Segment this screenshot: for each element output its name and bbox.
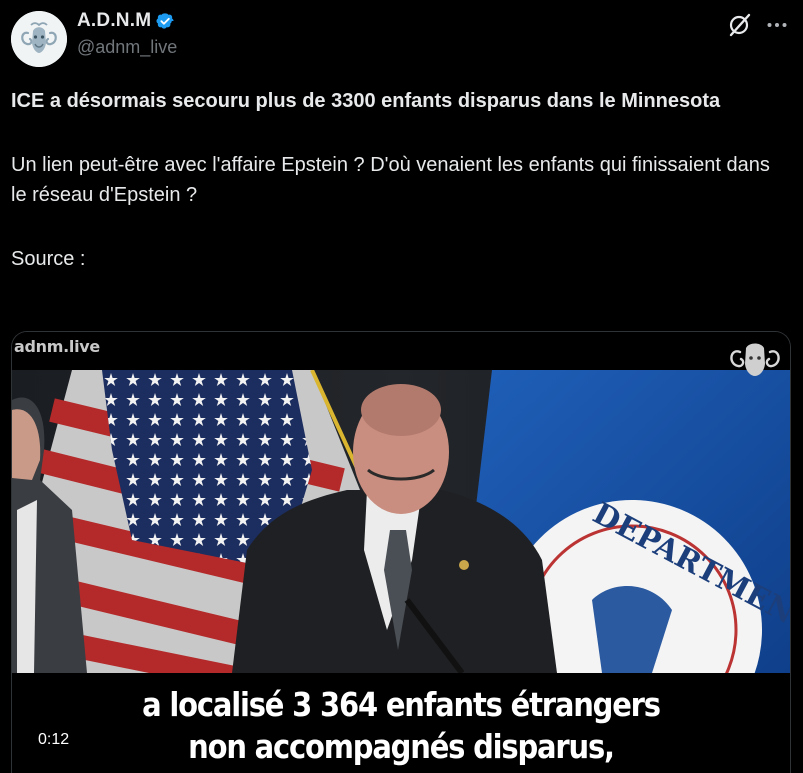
author-info: A.D.N.M @adnm_live [77,8,177,58]
video-frame[interactable]: DEPARTMENT [12,370,790,673]
tweet-source-label: Source : [11,248,86,270]
ram-logo-icon [724,334,786,382]
grok-slash-icon[interactable] [727,12,753,38]
subtitle-line-1: a localisé 3 364 enfants étrangers [142,685,661,725]
video-top-bar [12,332,790,370]
video-watermark: adnm.live [14,337,100,356]
author-display-name[interactable]: A.D.N.M [77,10,151,32]
tweet-text: ICE a désormais secouru plus de 3300 enf… [11,86,781,274]
ram-logo-icon [11,11,67,67]
tweet-title: ICE a désormais secouru plus de 3300 enf… [11,90,721,112]
tweet: A.D.N.M @adnm_live ICE a désormais secou… [0,0,803,773]
video-timestamp: 0:12 [30,728,78,752]
author-handle[interactable]: @adnm_live [77,37,177,58]
tweet-paragraph: Un lien peut-être avec l'affaire Epstein… [11,154,770,206]
video-player[interactable]: DEPARTMENT adnm.live a localisé 3 364 en… [11,331,791,773]
verified-badge-icon [155,11,175,31]
subtitle-line-2: non accompagnés disparus, [188,727,615,767]
more-dots-icon[interactable] [764,12,790,38]
author-avatar[interactable] [11,11,67,67]
